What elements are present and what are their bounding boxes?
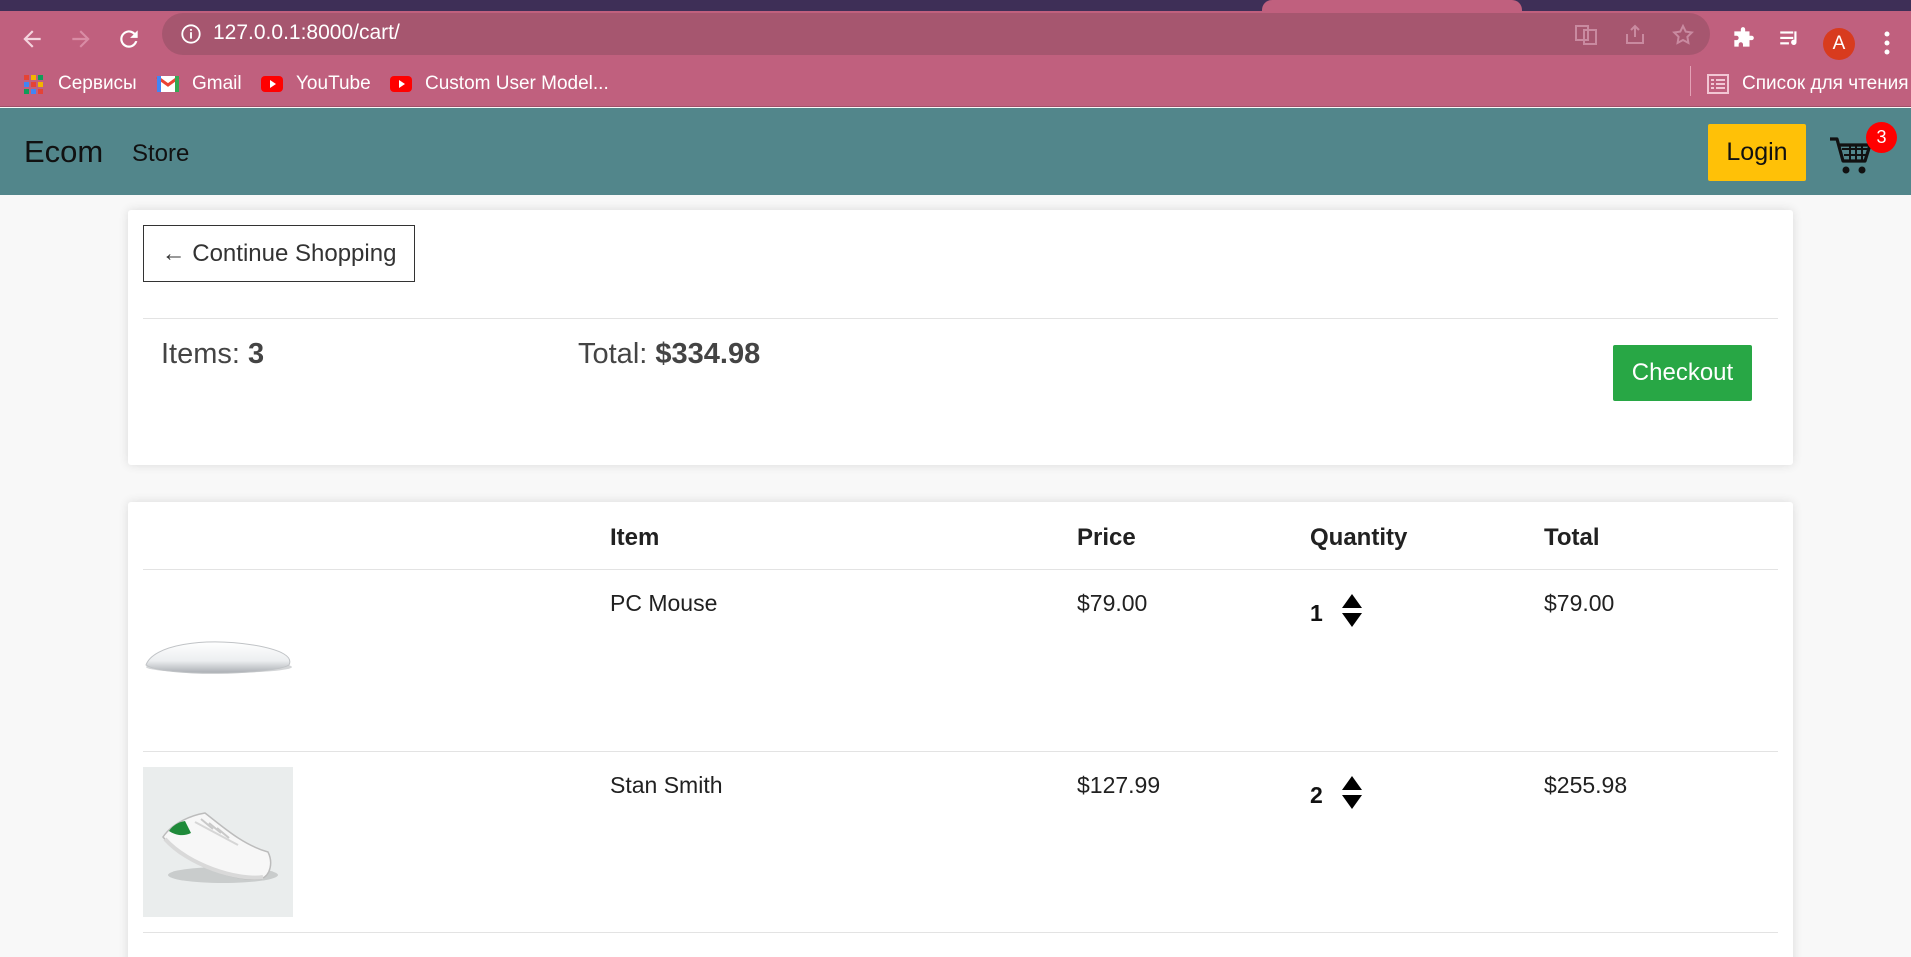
column-header-total: Total bbox=[1544, 524, 1600, 551]
quantity-increase-arrow-icon[interactable] bbox=[1342, 594, 1362, 608]
apps-grid-icon bbox=[24, 75, 43, 94]
bookmark-star-icon[interactable] bbox=[1671, 23, 1695, 47]
login-button[interactable]: Login bbox=[1708, 124, 1806, 181]
column-header-quantity: Quantity bbox=[1310, 524, 1408, 551]
reading-list-label: Список для чтения bbox=[1742, 73, 1909, 94]
bookmark-label: Gmail bbox=[192, 73, 242, 94]
extensions-puzzle-icon[interactable] bbox=[1730, 26, 1756, 52]
bookmarks-bar: Сервисы Gmail YouTube Custom User Model.… bbox=[0, 64, 1911, 107]
item-quantity: 2 bbox=[1310, 782, 1323, 808]
item-price: $127.99 bbox=[1077, 772, 1161, 798]
profile-avatar[interactable]: A bbox=[1823, 28, 1855, 60]
quantity-decrease-arrow-icon[interactable] bbox=[1342, 613, 1362, 627]
column-header-price: Price bbox=[1077, 524, 1136, 551]
stan-smith-shoe-image[interactable] bbox=[143, 767, 293, 917]
checkout-button[interactable]: Checkout bbox=[1613, 345, 1752, 401]
column-header-item: Item bbox=[610, 524, 660, 551]
site-navbar: Ecom Store Login 3 bbox=[0, 108, 1911, 195]
bookmarks-divider bbox=[1690, 66, 1691, 96]
bookmark-label: YouTube bbox=[296, 73, 371, 94]
total-value: $334.98 bbox=[655, 338, 761, 370]
browser-menu-icon[interactable] bbox=[1883, 30, 1891, 56]
share-icon[interactable] bbox=[1623, 23, 1647, 47]
store-link[interactable]: Store bbox=[132, 140, 189, 168]
item-total: $255.98 bbox=[1544, 772, 1628, 798]
bookmark-label: Custom User Model... bbox=[425, 73, 609, 94]
pc-mouse-image[interactable] bbox=[143, 585, 293, 735]
address-bar[interactable]: 127.0.0.1:8000/cart/ bbox=[162, 13, 1710, 55]
back-button[interactable] bbox=[14, 21, 50, 57]
forward-arrow-icon bbox=[72, 30, 90, 48]
bookmark-gmail[interactable]: Gmail bbox=[156, 70, 242, 98]
quantity-decrease-arrow-icon[interactable] bbox=[1342, 795, 1362, 809]
bookmark-youtube[interactable]: YouTube bbox=[260, 70, 371, 98]
media-playlist-icon[interactable] bbox=[1777, 26, 1803, 52]
browser-toolbar: 127.0.0.1:8000/cart/ A bbox=[0, 11, 1911, 64]
quantity-increase-arrow-icon[interactable] bbox=[1342, 776, 1362, 790]
table-row: Stan Smith $127.99 2 $255.98 bbox=[143, 752, 1778, 933]
divider bbox=[143, 318, 1778, 319]
youtube-icon bbox=[390, 76, 412, 92]
translate-icon[interactable] bbox=[1574, 23, 1598, 47]
item-name: PC Mouse bbox=[610, 590, 718, 616]
cart-total: Total: $334.98 bbox=[578, 338, 760, 371]
bookmark-custom-user-model[interactable]: Custom User Model... bbox=[389, 70, 609, 98]
reload-icon bbox=[120, 30, 138, 48]
continue-shopping-button[interactable]: ← Continue Shopping bbox=[143, 225, 415, 282]
items-count: Items: 3 bbox=[161, 338, 264, 371]
cart-count-badge: 3 bbox=[1866, 122, 1897, 153]
site-info-icon[interactable] bbox=[180, 23, 202, 45]
bookmark-label: Сервисы bbox=[58, 73, 137, 94]
gmail-icon bbox=[156, 75, 180, 92]
items-label: Items: bbox=[161, 338, 240, 370]
table-row: PC Mouse $79.00 1 $79.00 bbox=[143, 570, 1778, 751]
url-text[interactable]: 127.0.0.1:8000/cart/ bbox=[213, 21, 400, 45]
brand-logo[interactable]: Ecom bbox=[24, 134, 103, 170]
total-label: Total: bbox=[578, 338, 648, 370]
back-arrow-icon bbox=[23, 30, 41, 48]
cart-items-card: Item Price Quantity Total PC Mouse $79.0… bbox=[128, 502, 1793, 957]
reading-list-icon bbox=[1707, 74, 1729, 94]
item-quantity: 1 bbox=[1310, 600, 1323, 626]
youtube-icon bbox=[261, 76, 283, 92]
bookmark-apps[interactable]: Сервисы bbox=[22, 70, 137, 98]
items-value: 3 bbox=[248, 338, 265, 370]
item-total: $79.00 bbox=[1544, 590, 1615, 616]
forward-button[interactable] bbox=[63, 21, 99, 57]
reading-list[interactable]: Список для чтения bbox=[1706, 70, 1909, 98]
cart-summary-card: ← Continue Shopping Items: 3 Total: $334… bbox=[128, 210, 1793, 465]
item-price: $79.00 bbox=[1077, 590, 1148, 616]
item-name: Stan Smith bbox=[610, 772, 723, 798]
reload-button[interactable] bbox=[111, 21, 147, 57]
row-divider bbox=[143, 932, 1778, 933]
